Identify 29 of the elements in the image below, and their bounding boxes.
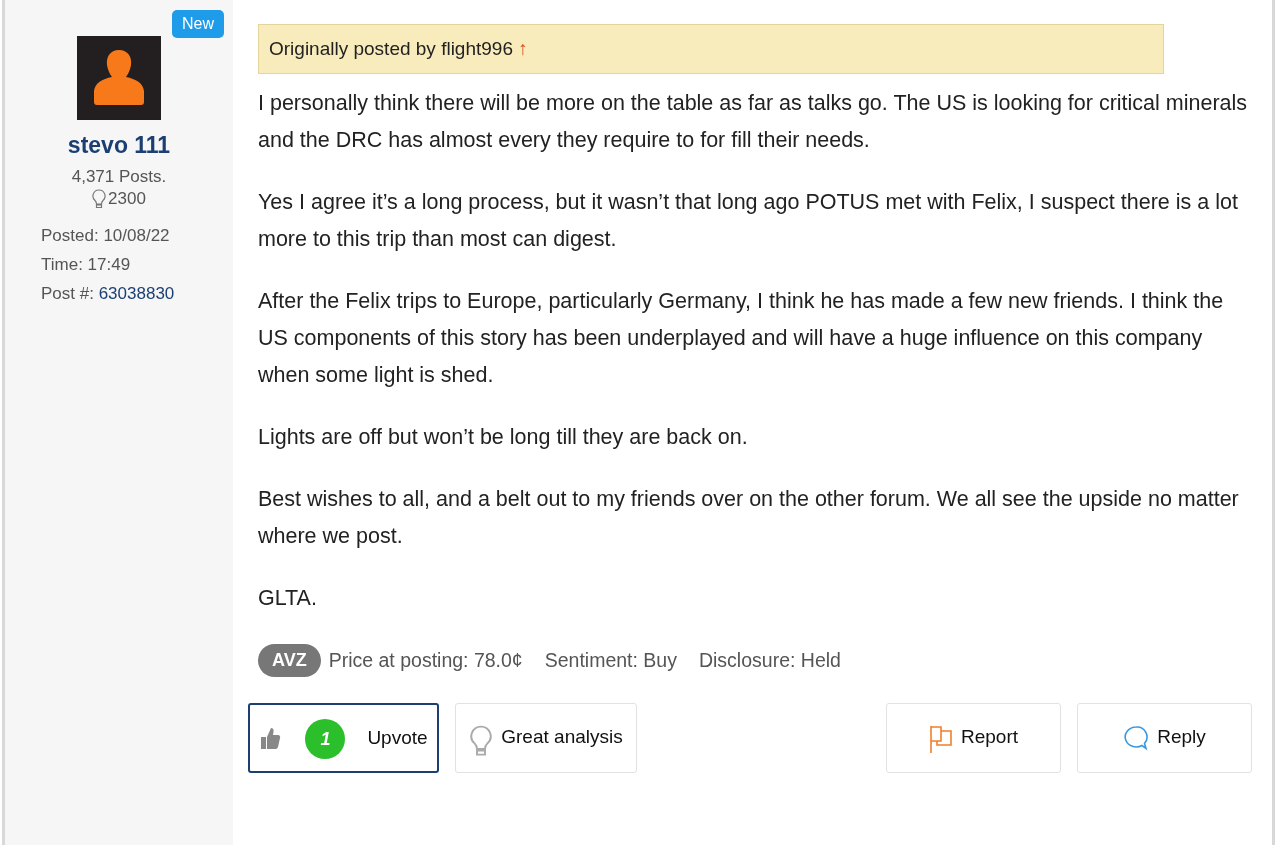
analysis-button[interactable]: Great analysis (455, 703, 637, 773)
username-link[interactable]: stevo 111 (67, 132, 171, 159)
post-paragraph: Best wishes to all, and a belt out to my friends over on the other forum. We all see the upside no matter where we post. (258, 486, 1240, 550)
upvote-button[interactable]: 1 Upvote (248, 703, 439, 773)
reply-button[interactable]: Reply (1077, 703, 1252, 773)
post-paragraph: Lights are off but won’t be long till they are back on. (258, 424, 749, 451)
report-button[interactable]: Report (886, 703, 1061, 773)
post-paragraph: GLTA. (258, 585, 318, 612)
disclosure: Disclosure: Held (698, 649, 841, 672)
post-paragraph: I personally think there will be more on the table as far as talks go. The US is looking for critical minerals and the DRC has almost every they require to for fill their needs. (258, 90, 1249, 154)
avatar-icon (77, 36, 161, 120)
post-number: Post #: 63038830 (41, 283, 175, 305)
post-paragraph: Yes I agree it’s a long process, but it wasn’t that long ago POTUS met with Felix, I suspect there is a lot more to this trip than most can digest. (258, 189, 1239, 253)
post-count: 4,371 Posts. (71, 167, 167, 187)
flag-icon (929, 725, 953, 753)
quote-header: Originally posted by flight996 ↑ (258, 24, 1164, 74)
new-badge: New (172, 10, 224, 38)
sentiment: Sentiment: Buy (544, 649, 677, 672)
price-at-posting: Price at posting: 78.0¢ (328, 649, 523, 672)
speech-bubble-icon (1123, 725, 1150, 751)
likes-count: 2300 (108, 189, 146, 209)
lightbulb-icon (469, 725, 494, 757)
post-paragraph: After the Felix trips to Europe, particularly Germany, I think he has made a few new friends. I think the US components of this story has been underplayed and will have a huge influence on this company when some light is shed. (258, 288, 1225, 389)
vote-count: 1 (305, 719, 346, 759)
lightbulb-icon (92, 189, 107, 209)
ticker-badge[interactable]: AVZ (258, 644, 321, 677)
thumbs-up-icon (259, 726, 282, 750)
posted-time: Time: 17:49 (41, 254, 132, 276)
posted-date: Posted: 10/08/22 (41, 225, 171, 247)
